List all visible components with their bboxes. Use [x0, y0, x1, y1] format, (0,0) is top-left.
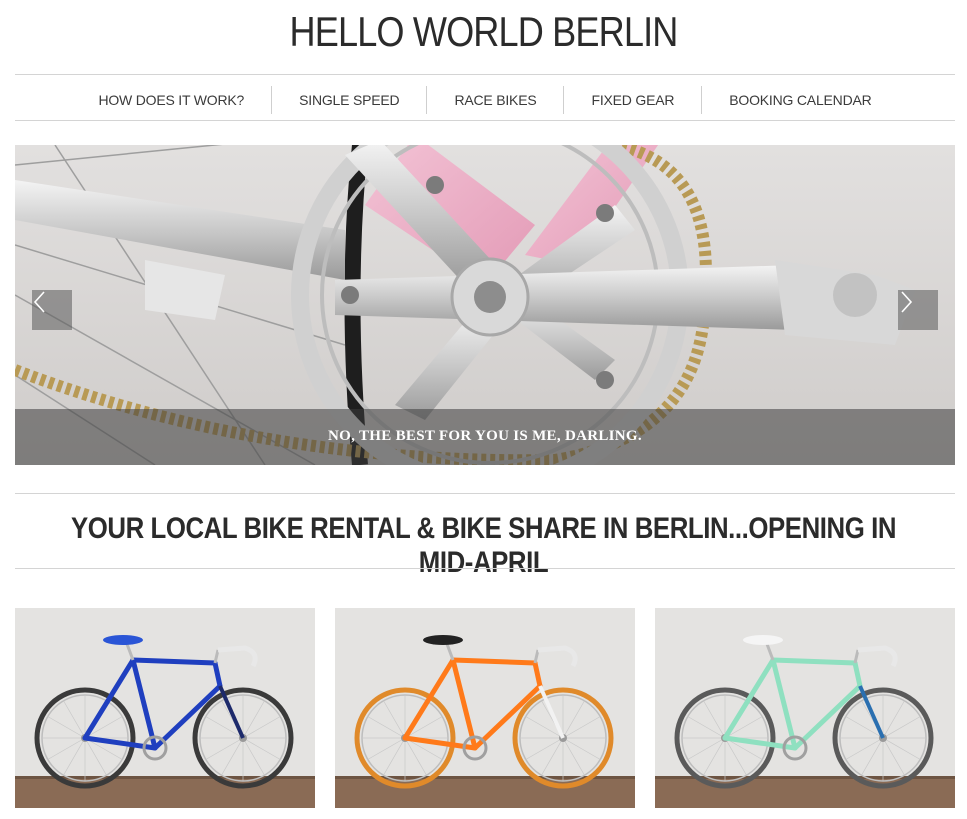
nav-item-fixed-gear[interactable]: FIXED GEAR — [563, 86, 701, 114]
bike-image — [15, 608, 315, 808]
nav-item-single-speed[interactable]: SINGLE SPEED — [271, 86, 426, 114]
tagline-heading: YOUR LOCAL BIKE RENTAL & BIKE SHARE IN B… — [70, 512, 897, 579]
site-title[interactable]: HELLO WORLD BERLIN — [68, 8, 900, 56]
main-nav: HOW DOES IT WORK? SINGLE SPEED RACE BIKE… — [15, 86, 955, 114]
bike-card-3[interactable] — [655, 608, 955, 808]
slider-next-button[interactable] — [898, 290, 938, 330]
hero-slider[interactable]: NO, THE BEST FOR YOU IS ME, DARLING. — [15, 145, 955, 465]
bike-image — [655, 608, 955, 808]
chevron-right-icon — [901, 291, 913, 313]
divider — [15, 120, 955, 121]
divider — [15, 568, 955, 569]
divider — [15, 493, 955, 494]
bike-image — [335, 608, 635, 808]
nav-item-booking-calendar[interactable]: BOOKING CALENDAR — [701, 86, 898, 114]
nav-item-how-does-it-work[interactable]: HOW DOES IT WORK? — [71, 86, 271, 114]
chevron-left-icon — [33, 291, 45, 313]
bike-card-1[interactable] — [15, 608, 315, 808]
divider — [15, 74, 955, 75]
bike-card-2[interactable] — [335, 608, 635, 808]
slider-prev-button[interactable] — [32, 290, 72, 330]
nav-item-race-bikes[interactable]: RACE BIKES — [426, 86, 563, 114]
slider-caption: NO, THE BEST FOR YOU IS ME, DARLING. — [328, 428, 642, 444]
